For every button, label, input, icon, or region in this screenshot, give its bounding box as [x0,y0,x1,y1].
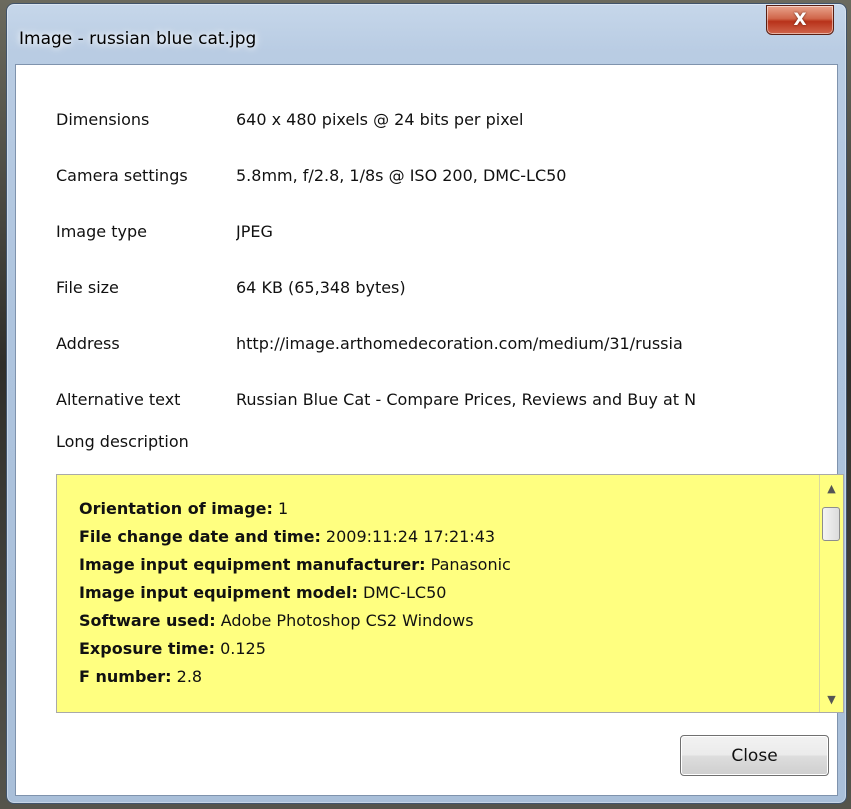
property-label: Dimensions [56,109,150,129]
exif-value: Panasonic [425,555,511,574]
property-row-address: Address http://image.arthomedecoration.c… [56,328,838,358]
exif-line: Exposure time: 0.125 [79,635,819,663]
exif-key: Image input equipment model: [79,583,358,602]
property-row-camera-settings: Camera settings 5.8mm, f/2.8, 1/8s @ ISO… [56,160,566,190]
close-button[interactable]: Close [680,735,829,776]
exif-value: 1 [272,499,289,518]
exif-line: Image input equipment manufacturer: Pana… [79,551,819,579]
property-row-image-type: Image type JPEG [56,216,273,246]
exif-line: F number: 2.8 [79,663,819,691]
long-description-box[interactable]: Orientation of image: 1 File change date… [56,474,844,713]
property-label: Camera settings [56,165,188,185]
image-properties-dialog: Image - russian blue cat.jpg X Dimension… [6,3,847,804]
property-value: 5.8mm, f/2.8, 1/8s @ ISO 200, DMC-LC50 [236,165,567,185]
property-row-dimensions: Dimensions 640 x 480 pixels @ 24 bits pe… [56,104,523,134]
scroll-up-arrow-icon[interactable]: ▲ [820,477,843,499]
exif-value: Adobe Photoshop CS2 Windows [215,611,474,630]
exif-key: F number: [79,667,172,686]
exif-key: Image input equipment manufacturer: [79,555,426,574]
property-label: Image type [56,221,147,241]
exif-value: 2.8 [171,667,203,686]
vertical-scrollbar[interactable]: ▲ ▼ [819,475,843,712]
close-icon: X [793,10,807,30]
exif-line: Image input equipment model: DMC-LC50 [79,579,819,607]
exif-line: Software used: Adobe Photoshop CS2 Windo… [79,607,819,635]
property-row-alternative-text: Alternative text Russian Blue Cat - Comp… [56,384,838,414]
property-label: Alternative text [56,389,181,409]
exif-value: 0.125 [214,639,266,658]
exif-line: Orientation of image: 1 [79,495,819,523]
window-close-button[interactable]: X [766,5,834,35]
exif-key: Exposure time: [79,639,215,658]
property-value: 64 KB (65,348 bytes) [236,277,406,297]
exif-line: File change date and time: 2009:11:24 17… [79,523,819,551]
exif-value: 2009:11:24 17:21:43 [320,527,496,546]
property-value: 640 x 480 pixels @ 24 bits per pixel [236,109,524,129]
exif-list: Orientation of image: 1 File change date… [79,495,819,691]
property-label: File size [56,277,119,297]
property-value[interactable]: http://image.arthomedecoration.com/mediu… [236,334,683,353]
long-description-label: Long description [56,432,189,451]
scrollbar-thumb[interactable] [822,507,840,541]
dialog-content: Dimensions 640 x 480 pixels @ 24 bits pe… [15,64,844,796]
scroll-down-arrow-icon[interactable]: ▼ [820,688,843,710]
exif-key: Software used: [79,611,216,630]
property-value: JPEG [236,221,273,241]
title-bar[interactable]: Image - russian blue cat.jpg X [7,4,846,70]
window-title: Image - russian blue cat.jpg [19,29,257,49]
exif-key: Orientation of image: [79,499,273,518]
property-label: Address [56,333,120,353]
property-value[interactable]: Russian Blue Cat - Compare Prices, Revie… [236,390,696,409]
exif-value: DMC-LC50 [357,583,447,602]
property-row-file-size: File size 64 KB (65,348 bytes) [56,272,406,302]
exif-key: File change date and time: [79,527,321,546]
